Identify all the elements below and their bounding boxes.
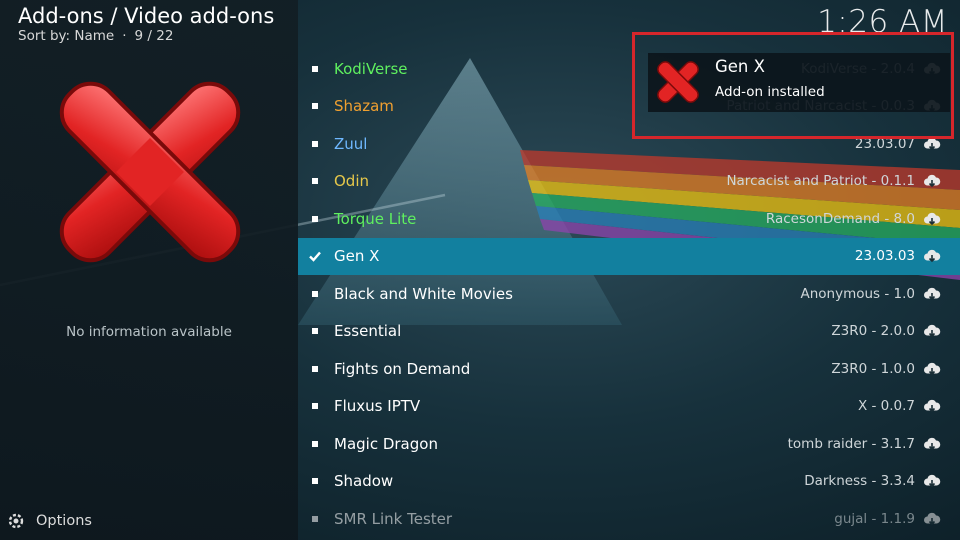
addon-version: tomb raider - 3.1.7 [787,435,915,452]
list-item[interactable]: SMR Link Tester gujal - 1.1.9 [298,500,960,538]
addon-thumbnail-x-icon [59,81,241,263]
addon-name: Fluxus IPTV [334,397,421,416]
addon-name: Fights on Demand [334,359,471,378]
page-title: Add-ons / Video add-ons [18,4,275,28]
list-item[interactable]: Gen X 23.03.03 [298,237,960,275]
addon-version: gujal - 1.1.9 [834,510,915,527]
cloud-download-icon [923,397,941,415]
addon-version: Narcacist and Patriot - 0.1.1 [726,173,915,190]
addon-version: 23.03.03 [854,248,915,265]
addon-name: Black and White Movies [334,284,513,303]
list-item[interactable]: Essential Z3R0 - 2.0.0 [298,313,960,351]
cloud-download-icon [923,360,941,378]
bullet-icon [312,328,318,335]
bullet-icon [312,290,318,297]
cloud-download-icon [923,435,941,453]
list-item[interactable]: Odin Narcacist and Patriot - 0.1.1 [298,163,960,201]
addon-name: KodiVerse [334,59,408,78]
options-button[interactable]: Options [6,508,92,534]
addon-name: Essential [334,322,402,341]
bullet-icon [312,403,318,410]
cloud-download-icon [923,285,941,303]
addon-name: SMR Link Tester [334,509,453,528]
addon-version: Z3R0 - 1.0.0 [831,360,915,377]
highlight-annotation-box [632,32,954,139]
addon-name: Zuul [334,134,368,153]
bullet-icon [312,103,318,110]
addon-name: Magic Dragon [334,434,438,453]
options-label: Options [36,513,92,529]
bullet-icon [312,440,318,447]
addon-name: Gen X [334,247,380,266]
bullet-icon [312,215,318,222]
gear-icon [6,511,26,531]
addon-name: Odin [334,172,370,191]
cloud-download-icon [923,247,941,265]
info-panel: Add-ons / Video add-ons Sort by: Name · 9 … [0,0,298,540]
addon-name: Shazam [334,97,394,116]
list-item[interactable]: Magic Dragon tomb raider - 3.1.7 [298,425,960,463]
cloud-download-icon [923,172,941,190]
cloud-download-icon [923,510,941,528]
bullet-icon [312,65,318,72]
list-item[interactable]: Fluxus IPTV X - 0.0.7 [298,388,960,426]
addon-version: Z3R0 - 2.0.0 [831,323,915,340]
cloud-download-icon [923,210,941,228]
cloud-download-icon [923,322,941,340]
addon-version: Darkness - 3.3.4 [804,473,915,490]
addon-version: X - 0.0.7 [857,398,915,415]
list-item[interactable]: Torque Lite RacesonDemand - 8.0 [298,200,960,238]
addon-name: Shadow [334,472,394,491]
list-item[interactable]: Shadow Darkness - 3.3.4 [298,463,960,501]
addon-version: RacesonDemand - 8.0 [765,210,915,227]
list-item[interactable]: Fights on Demand Z3R0 - 1.0.0 [298,350,960,388]
bullet-icon [312,365,318,372]
list-position: 9 / 22 [134,28,174,44]
bullet-icon [312,478,318,485]
bullet-icon [312,178,318,185]
no-info-text: No information available [66,324,232,340]
sort-info: Sort by: Name · 9 / 22 [18,28,174,44]
list-item[interactable]: Black and White Movies Anonymous - 1.0 [298,275,960,313]
checkmark-icon [308,249,322,263]
sort-label[interactable]: Sort by: Name [18,28,114,44]
bullet-icon [312,140,318,147]
bullet-icon [312,515,318,522]
cloud-download-icon [923,472,941,490]
addon-name: Torque Lite [334,209,417,228]
addon-version: Anonymous - 1.0 [800,285,915,302]
